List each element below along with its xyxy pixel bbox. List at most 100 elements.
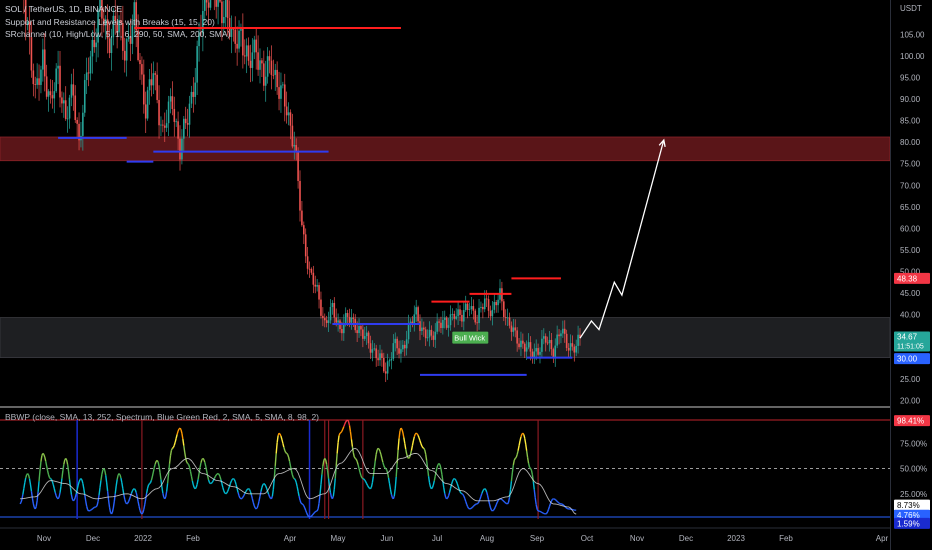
candle-body <box>310 269 313 273</box>
bbwp-line-segment <box>164 496 167 500</box>
candle-body <box>263 63 265 86</box>
candle-body <box>503 301 505 318</box>
x-tick-label: May <box>330 534 345 543</box>
bbwp-line-segment <box>53 488 56 493</box>
bbwp-line-segment <box>415 432 418 435</box>
bbwp-line-segment <box>345 420 348 423</box>
bbwp-line-segment <box>44 456 47 462</box>
candle-body <box>165 123 168 128</box>
bbwp-line-segment <box>22 488 25 495</box>
bbwp-line-segment <box>230 478 233 482</box>
bbwp-line-segment <box>468 507 470 510</box>
bbwp-line-segment <box>68 479 72 488</box>
bbwp-line-segment <box>311 513 314 516</box>
candle-body <box>432 335 435 340</box>
bbwp-value-tag: 8.73% <box>894 499 930 511</box>
bbwp-line-segment <box>319 484 322 495</box>
bbwp-line-segment <box>347 419 350 422</box>
candle-body <box>312 272 315 285</box>
candle-body <box>402 344 404 350</box>
bbwp-line-segment <box>179 427 182 430</box>
bbwp-line-segment <box>353 456 356 459</box>
candle-body <box>171 96 174 109</box>
candle-body <box>36 78 38 85</box>
support-price-tag-text: 30.00 <box>897 355 918 364</box>
candle-body <box>152 73 155 86</box>
candle-body <box>390 358 393 361</box>
bbwp-line-segment <box>566 507 568 510</box>
x-tick-label: 2022 <box>134 534 152 543</box>
bbwp-line-segment <box>194 487 197 490</box>
candle-body <box>373 348 376 350</box>
candle-body <box>350 317 353 323</box>
candle-body <box>93 39 96 48</box>
bbwp-line-segment <box>124 499 127 503</box>
candle-body <box>346 313 349 317</box>
bbwp-line-segment <box>293 478 296 481</box>
bbwp-line-segment <box>127 498 131 502</box>
bbwp-value-tag-text: 8.73% <box>897 501 920 510</box>
bbwp-line-segment <box>501 499 504 501</box>
bbwp-line-segment <box>275 442 278 454</box>
candle-body <box>173 108 176 122</box>
candle-body <box>472 306 475 311</box>
bbwp-line-segment <box>123 494 126 500</box>
candle-body <box>358 326 360 334</box>
bbwp-line-segment <box>162 493 165 498</box>
bbwp-line-segment <box>248 489 252 492</box>
indicator-legend-bbwp[interactable]: BBWP (close, SMA, 13, 252, Spectrum, Blu… <box>5 412 319 422</box>
bbwp-line-segment <box>347 421 351 426</box>
bbwp-line-segment <box>106 491 110 500</box>
bbwp-line-segment <box>100 474 103 481</box>
bbwp-line-segment <box>520 433 523 438</box>
bbwp-line-segment <box>213 476 216 479</box>
candle-body <box>329 306 332 321</box>
y-tick-label: 45.00 <box>900 289 921 298</box>
bbwp-line-segment <box>446 497 449 500</box>
bbwp-line-segment <box>40 455 43 462</box>
bbwp-line-segment <box>516 450 519 455</box>
indicator-legend-sr-breaks[interactable]: Support and Resistance Levels with Break… <box>5 17 215 27</box>
x-tick-label: Nov <box>37 534 51 543</box>
bbwp-line-segment <box>355 458 358 462</box>
candle-body <box>139 60 141 65</box>
bbwp-line-segment <box>128 496 132 500</box>
bbwp-line-segment <box>46 470 50 476</box>
bbwp-line-segment <box>285 452 288 454</box>
candle-body <box>360 326 362 330</box>
bbwp-line-segment <box>307 514 310 517</box>
bbwp-line-segment <box>357 464 360 469</box>
candle-body <box>169 96 172 102</box>
bbwp-line-segment <box>214 474 217 478</box>
bbwp-line-segment <box>229 480 233 484</box>
bbwp-line-segment <box>476 502 479 505</box>
bbwp-line-segment <box>278 432 281 435</box>
bbwp-line-segment <box>507 497 511 503</box>
candle-body <box>483 298 486 310</box>
bbwp-line-segment <box>165 491 168 497</box>
bbwp-line-segment <box>126 502 128 505</box>
bbwp-line-segment <box>383 465 386 469</box>
candle-body <box>40 69 42 85</box>
bbwp-line-segment <box>199 462 202 468</box>
bbwp-line-segment <box>411 440 415 446</box>
bbwp-line-segment <box>464 498 467 502</box>
bbwp-line-segment <box>317 503 320 510</box>
candle-body <box>144 104 147 119</box>
bbwp-line-segment <box>159 472 162 480</box>
bbwp-line-segment <box>59 486 62 493</box>
candle-body <box>436 321 438 332</box>
bbwp-line-segment <box>417 435 420 439</box>
indicator-legend-srchannel[interactable]: SRchannel (10, High/Low, 5, 1, 6, 290, 5… <box>5 29 230 39</box>
bbwp-line-segment <box>60 478 63 487</box>
bbwp-line-segment <box>27 473 30 476</box>
bbwp-line-segment <box>332 489 335 497</box>
symbol-title[interactable]: SOL / TetherUS, 1D, BINANCE <box>5 4 122 14</box>
candle-body <box>34 84 37 85</box>
bbwp-line-segment <box>556 500 559 503</box>
bbwp-line-segment <box>252 502 255 507</box>
candle-body <box>529 342 532 352</box>
bbwp-line-segment <box>67 471 71 480</box>
bbwp-line-segment <box>20 499 23 503</box>
candle-body <box>318 285 320 300</box>
